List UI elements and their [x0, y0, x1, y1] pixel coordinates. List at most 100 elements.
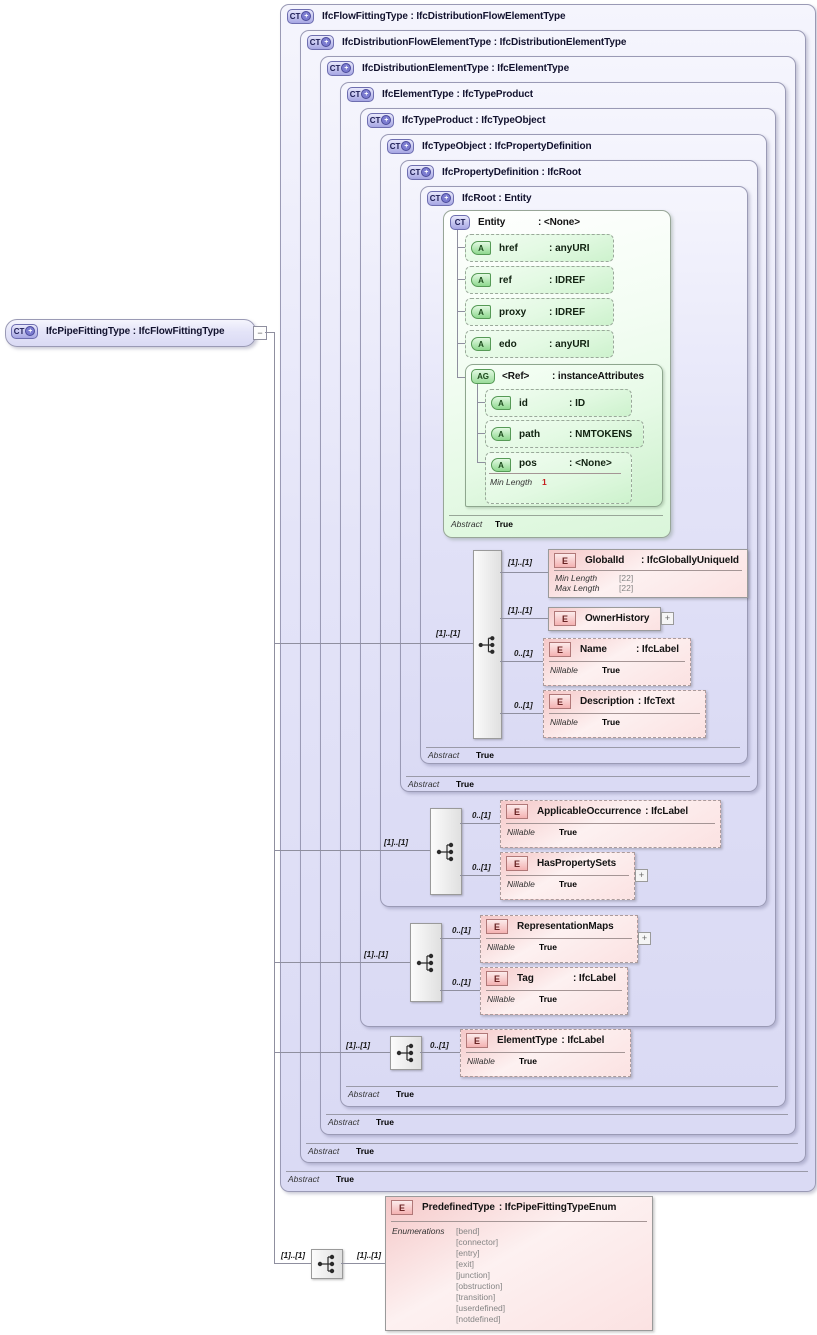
abstract-facet-ifcdistributionflowelementtype: Abstract True: [308, 1146, 374, 1156]
connector-line: [460, 823, 500, 824]
attribute-ref[interactable]: A ref : IDREF: [465, 266, 614, 294]
enum-value: [junction]: [456, 1270, 491, 1280]
cardinality-label: 0..[1]: [452, 926, 471, 935]
connector-line: [457, 377, 465, 378]
attribute-path[interactable]: A path : NMTOKENS: [485, 420, 644, 448]
plus-icon: +: [421, 167, 432, 177]
element-tag[interactable]: E Tag : IfcLabel Nillable True: [480, 967, 628, 1015]
plus-icon: +: [301, 11, 312, 21]
attribute-name: edo: [499, 338, 517, 350]
sequence-glyph: [396, 1043, 414, 1063]
header-ifctypeproduct[interactable]: CT + IfcTypeProduct : IfcTypeObject: [367, 112, 545, 128]
attribute-name: proxy: [499, 306, 527, 318]
header-ifcpipefittingtype[interactable]: CT + IfcPipeFittingType : IfcFlowFittingT…: [11, 323, 225, 339]
connector-line: [477, 402, 485, 403]
connector-line: [274, 332, 275, 1263]
element-name: Name: [580, 644, 607, 655]
header-ref-group: AG <Ref> : instanceAttributes: [471, 368, 644, 384]
attribute-icon: A: [471, 273, 491, 287]
nillable-facet: Nillable True: [550, 717, 620, 727]
cardinality-label: [1]..[1]: [508, 606, 532, 615]
plus-icon: +: [321, 37, 332, 47]
attribute-edo[interactable]: A edo : anyURI: [465, 330, 614, 358]
element-description[interactable]: E Description : IfcText Nillable True: [543, 690, 706, 738]
cardinality-label: 0..[1]: [472, 811, 491, 820]
cardinality-label: 0..[1]: [514, 701, 533, 710]
complextype-icon: CT: [450, 214, 470, 230]
collapse-icon[interactable]: −: [253, 326, 267, 340]
attribute-href[interactable]: A href : anyURI: [465, 234, 614, 262]
header-ifcdistributionflowelementtype[interactable]: CT + IfcDistributionFlowElementType : Ifc…: [307, 34, 626, 50]
element-predefinedtype[interactable]: E PredefinedType : IfcPipeFittingTypeEnu…: [385, 1196, 653, 1331]
attribute-name: pos: [519, 458, 537, 469]
connector-line: [274, 962, 410, 963]
element-icon: E: [554, 553, 576, 568]
connector-line: [420, 1052, 460, 1053]
plus-icon: +: [441, 193, 452, 203]
element-representationmaps[interactable]: E RepresentationMaps Nillable True: [480, 915, 638, 963]
header-ifcpropertydefinition[interactable]: CT + IfcPropertyDefinition : IfcRoot: [407, 164, 581, 180]
attribute-icon: A: [491, 458, 511, 472]
group-type: : instanceAttributes: [552, 370, 644, 382]
attribute-type: : ID: [569, 397, 586, 409]
separator: [486, 990, 622, 991]
element-name[interactable]: E Name : IfcLabel Nillable True: [543, 638, 691, 686]
plus-icon: +: [401, 141, 412, 151]
cardinality-label: [1]..[1]: [384, 838, 408, 847]
separator: [549, 661, 685, 662]
entity-name: Entity: [478, 216, 506, 228]
enumerations-label: Enumerations: [392, 1226, 445, 1236]
element-haspropertysets[interactable]: E HasPropertySets Nillable True: [500, 852, 635, 900]
expand-icon[interactable]: +: [638, 932, 651, 945]
header-ifctypeobject[interactable]: CT + IfcTypeObject : IfcPropertyDefinitio…: [387, 138, 592, 154]
nillable-facet: Nillable True: [507, 879, 577, 889]
header-ifcdistributionelementtype[interactable]: CT + IfcDistributionElementType : IfcElem…: [327, 60, 569, 76]
element-type: : IfcText: [637, 696, 675, 707]
sequence-icon[interactable]: [410, 923, 442, 1002]
connector-line: [500, 713, 543, 714]
enum-value: [bend]: [456, 1226, 480, 1236]
element-elementtype[interactable]: E ElementType : IfcLabel Nillable True: [460, 1029, 631, 1077]
connector-line: [265, 332, 274, 333]
expand-icon[interactable]: +: [661, 612, 674, 625]
abstract-facet-ifcflowfittingtype: Abstract True: [288, 1174, 354, 1184]
sequence-icon[interactable]: [311, 1249, 343, 1279]
schema-diagram: CT + IfcFlowFittingType : IfcDistribution…: [0, 0, 817, 1335]
element-applicableoccurrence[interactable]: E ApplicableOccurrence : IfcLabel Nillab…: [500, 800, 721, 848]
connector-line: [460, 875, 500, 876]
abstract-facet-ifcdistributionelementtype: Abstract True: [328, 1117, 394, 1127]
cardinality-label: [1]..[1]: [357, 1251, 381, 1260]
header-entity[interactable]: CT Entity : <None>: [450, 214, 580, 230]
element-icon: E: [506, 804, 528, 819]
header-label: IfcElementType : IfcTypeProduct: [382, 88, 534, 100]
element-globalid[interactable]: E GlobalId : IfcGloballyUniqueId Min Len…: [548, 549, 748, 598]
header-label: IfcDistributionFlowElementType : IfcDist…: [342, 36, 627, 48]
attribute-proxy[interactable]: A proxy : IDREF: [465, 298, 614, 326]
cardinality-label: [1]..[1]: [364, 950, 388, 959]
header-label: IfcRoot : Entity: [462, 192, 532, 204]
attribute-type: : IDREF: [549, 306, 586, 318]
complextype-icon: CT +: [11, 323, 38, 339]
element-name: ElementType: [497, 1035, 558, 1046]
cardinality-label: [1]..[1]: [346, 1041, 370, 1050]
header-ifcflowfittingtype[interactable]: CT + IfcFlowFittingType : IfcDistribution…: [287, 8, 566, 24]
attribute-name: href: [499, 242, 518, 254]
element-name: RepresentationMaps: [517, 921, 614, 932]
complextype-icon: CT +: [307, 34, 334, 50]
maxlength-facet: Max Length [22]: [555, 583, 634, 593]
cardinality-label: 0..[1]: [452, 978, 471, 987]
element-ownerhistory[interactable]: E OwnerHistory: [548, 607, 661, 631]
connector-line: [440, 938, 480, 939]
sequence-icon[interactable]: [430, 808, 462, 895]
sequence-icon[interactable]: [390, 1036, 422, 1070]
header-ifcelementtype[interactable]: CT + IfcElementType : IfcTypeProduct: [347, 86, 533, 102]
enum-value: [obstruction]: [456, 1281, 503, 1291]
attribute-id[interactable]: A id : ID: [485, 389, 632, 417]
expand-icon[interactable]: +: [635, 869, 648, 882]
sequence-icon[interactable]: [473, 550, 502, 739]
header-ifcroot[interactable]: CT + IfcRoot : Entity: [427, 190, 532, 206]
separator: [449, 515, 663, 516]
attribute-icon: A: [471, 241, 491, 255]
element-icon: E: [554, 611, 576, 626]
attribute-type: : NMTOKENS: [569, 428, 633, 440]
